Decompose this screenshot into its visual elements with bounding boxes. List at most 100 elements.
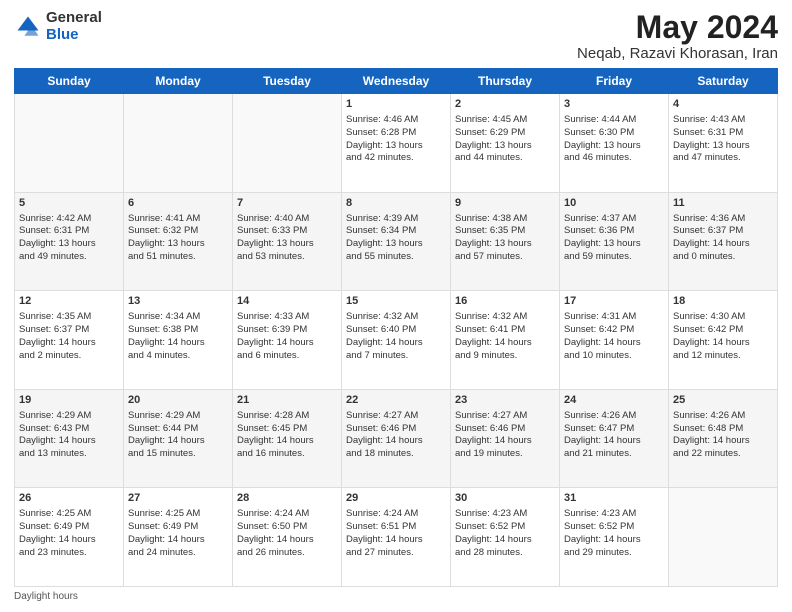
calendar-cell: 14Sunrise: 4:33 AMSunset: 6:39 PMDayligh… xyxy=(233,291,342,390)
calendar-cell: 2Sunrise: 4:45 AMSunset: 6:29 PMDaylight… xyxy=(451,94,560,193)
day-number: 28 xyxy=(237,491,337,506)
cell-info-line: Sunrise: 4:40 AM xyxy=(237,213,337,226)
logo-general: General xyxy=(46,10,102,27)
logo-text: General Blue xyxy=(46,10,102,43)
cell-info-line: Sunset: 6:28 PM xyxy=(346,127,446,140)
day-number: 3 xyxy=(564,97,664,112)
day-number: 4 xyxy=(673,97,773,112)
cell-info-line: Sunset: 6:48 PM xyxy=(673,423,773,436)
cell-info-line: and 57 minutes. xyxy=(455,251,555,264)
cell-info-line: and 12 minutes. xyxy=(673,350,773,363)
footer-label: Daylight hours xyxy=(14,591,78,602)
calendar-cell: 23 Sunrise: 4:27 AMSunset: 6:46 PMDayligh… xyxy=(451,389,560,488)
day-number: 20 xyxy=(128,393,228,408)
cell-info-line: Sunrise: 4:35 AM xyxy=(19,311,119,324)
calendar-cell xyxy=(124,94,233,193)
cell-info-line: Sunset: 6:30 PM xyxy=(564,127,664,140)
calendar-cell: 13Sunrise: 4:34 AMSunset: 6:38 PMDayligh… xyxy=(124,291,233,390)
cell-info-line: and 19 minutes. xyxy=(455,448,555,461)
calendar-cell: 17Sunrise: 4:31 AMSunset: 6:42 PMDayligh… xyxy=(560,291,669,390)
calendar-cell: 16Sunrise: 4:32 AMSunset: 6:41 PMDayligh… xyxy=(451,291,560,390)
cell-info-line: Sunset: 6:51 PM xyxy=(346,521,446,534)
cell-info-line: Daylight: 13 hours xyxy=(673,140,773,153)
day-number: 15 xyxy=(346,294,446,309)
calendar-cell: 29Sunrise: 4:24 AMSunset: 6:51 PMDayligh… xyxy=(342,488,451,587)
cell-info-line: Sunrise: 4:46 AM xyxy=(346,114,446,127)
cell-info-line: Daylight: 14 hours xyxy=(455,534,555,547)
cell-info-line: Daylight: 14 hours xyxy=(564,534,664,547)
calendar-week-row: 1 Sunrise: 4:46 AMSunset: 6:28 PM Daylight… xyxy=(15,94,778,193)
cell-info-line: Sunset: 6:38 PM xyxy=(128,324,228,337)
cell-info-line: Daylight: 13 hours xyxy=(19,238,119,251)
cell-info-line: and 6 minutes. xyxy=(237,350,337,363)
cell-info-line: Sunrise: 4:41 AM xyxy=(128,213,228,226)
cell-info-line: Sunrise: 4:26 AM xyxy=(564,410,664,423)
calendar-cell: 15Sunrise: 4:32 AMSunset: 6:40 PMDayligh… xyxy=(342,291,451,390)
calendar-cell: 22Sunrise: 4:27 AMSunset: 6:46 PMDayligh… xyxy=(342,389,451,488)
day-number: 14 xyxy=(237,294,337,309)
cell-info-line: Sunset: 6:29 PM xyxy=(455,127,555,140)
day-number: 12 xyxy=(19,294,119,309)
calendar-week-row: 19Sunrise: 4:29 AMSunset: 6:43 PMDayligh… xyxy=(15,389,778,488)
footer: Daylight hours xyxy=(14,591,778,602)
day-of-week-header: Sunday xyxy=(15,69,124,94)
cell-info-line: Sunset: 6:41 PM xyxy=(455,324,555,337)
cell-info-line: Sunrise: 4:28 AM xyxy=(237,410,337,423)
cell-info-line: Sunset: 6:39 PM xyxy=(237,324,337,337)
logo-blue: Blue xyxy=(46,27,102,44)
calendar-cell: 5Sunrise: 4:42 AMSunset: 6:31 PMDaylight… xyxy=(15,192,124,291)
cell-info-line: Sunrise: 4:27 AM xyxy=(346,410,446,423)
calendar-cell: 31Sunrise: 4:23 AMSunset: 6:52 PMDayligh… xyxy=(560,488,669,587)
cell-info-line: Daylight: 14 hours xyxy=(237,435,337,448)
cell-info-line: Sunset: 6:42 PM xyxy=(564,324,664,337)
main-title: May 2024 xyxy=(577,10,778,45)
cell-info-line: Daylight: 14 hours xyxy=(564,337,664,350)
cell-info-line: Sunset: 6:42 PM xyxy=(673,324,773,337)
calendar-header: SundayMondayTuesdayWednesdayThursdayFrid… xyxy=(15,69,778,94)
day-number: 5 xyxy=(19,196,119,211)
cell-info-line: Sunset: 6:46 PM xyxy=(455,423,555,436)
cell-info-line: Daylight: 13 hours xyxy=(237,238,337,251)
cell-info-line: Sunrise: 4:29 AM xyxy=(19,410,119,423)
cell-info-line: Sunrise: 4:38 AM xyxy=(455,213,555,226)
calendar-cell: 27Sunrise: 4:25 AMSunset: 6:49 PMDayligh… xyxy=(124,488,233,587)
calendar-cell xyxy=(669,488,778,587)
calendar-cell xyxy=(15,94,124,193)
calendar-body: 1 Sunrise: 4:46 AMSunset: 6:28 PM Daylight… xyxy=(15,94,778,587)
calendar-week-row: 12Sunrise: 4:35 AMSunset: 6:37 PMDayligh… xyxy=(15,291,778,390)
cell-info-line: and 22 minutes. xyxy=(673,448,773,461)
cell-info-line: Sunrise: 4:27 AM xyxy=(455,410,555,423)
cell-info-line: and 4 minutes. xyxy=(128,350,228,363)
days-of-week-row: SundayMondayTuesdayWednesdayThursdayFrid… xyxy=(15,69,778,94)
day-number: 9 xyxy=(455,196,555,211)
calendar-cell: 20Sunrise: 4:29 AMSunset: 6:44 PMDayligh… xyxy=(124,389,233,488)
day-number: 26 xyxy=(19,491,119,506)
day-number: 8 xyxy=(346,196,446,211)
calendar-cell: 3Sunrise: 4:44 AMSunset: 6:30 PMDaylight… xyxy=(560,94,669,193)
cell-info-line: Daylight: 14 hours xyxy=(128,435,228,448)
day-number: 10 xyxy=(564,196,664,211)
cell-info-line: Sunrise: 4:45 AM xyxy=(455,114,555,127)
cell-info-line: and 7 minutes. xyxy=(346,350,446,363)
cell-info-line: Sunset: 6:43 PM xyxy=(19,423,119,436)
day-number: 1 xyxy=(346,97,446,112)
cell-info-line: and 55 minutes. xyxy=(346,251,446,264)
cell-info-line: and 0 minutes. xyxy=(673,251,773,264)
day-number: 29 xyxy=(346,491,446,506)
cell-info-line: and 9 minutes. xyxy=(455,350,555,363)
cell-info-line: Sunset: 6:35 PM xyxy=(455,225,555,238)
cell-info-line: Daylight: 14 hours xyxy=(455,435,555,448)
cell-info-line: Sunrise: 4:29 AM xyxy=(128,410,228,423)
cell-info-line: Daylight: 14 hours xyxy=(346,435,446,448)
cell-info-line: and 10 minutes. xyxy=(564,350,664,363)
cell-info-line: Daylight: 13 hours xyxy=(564,140,664,153)
cell-info-line: and 16 minutes. xyxy=(237,448,337,461)
logo-icon xyxy=(14,13,42,41)
cell-info-line: Sunset: 6:37 PM xyxy=(673,225,773,238)
cell-info-line: Sunset: 6:36 PM xyxy=(564,225,664,238)
cell-info-line: Daylight: 14 hours xyxy=(455,337,555,350)
cell-info-line: Sunset: 6:52 PM xyxy=(455,521,555,534)
cell-info-line: Daylight: 14 hours xyxy=(237,337,337,350)
day-number: 17 xyxy=(564,294,664,309)
day-number: 23 xyxy=(455,393,555,408)
